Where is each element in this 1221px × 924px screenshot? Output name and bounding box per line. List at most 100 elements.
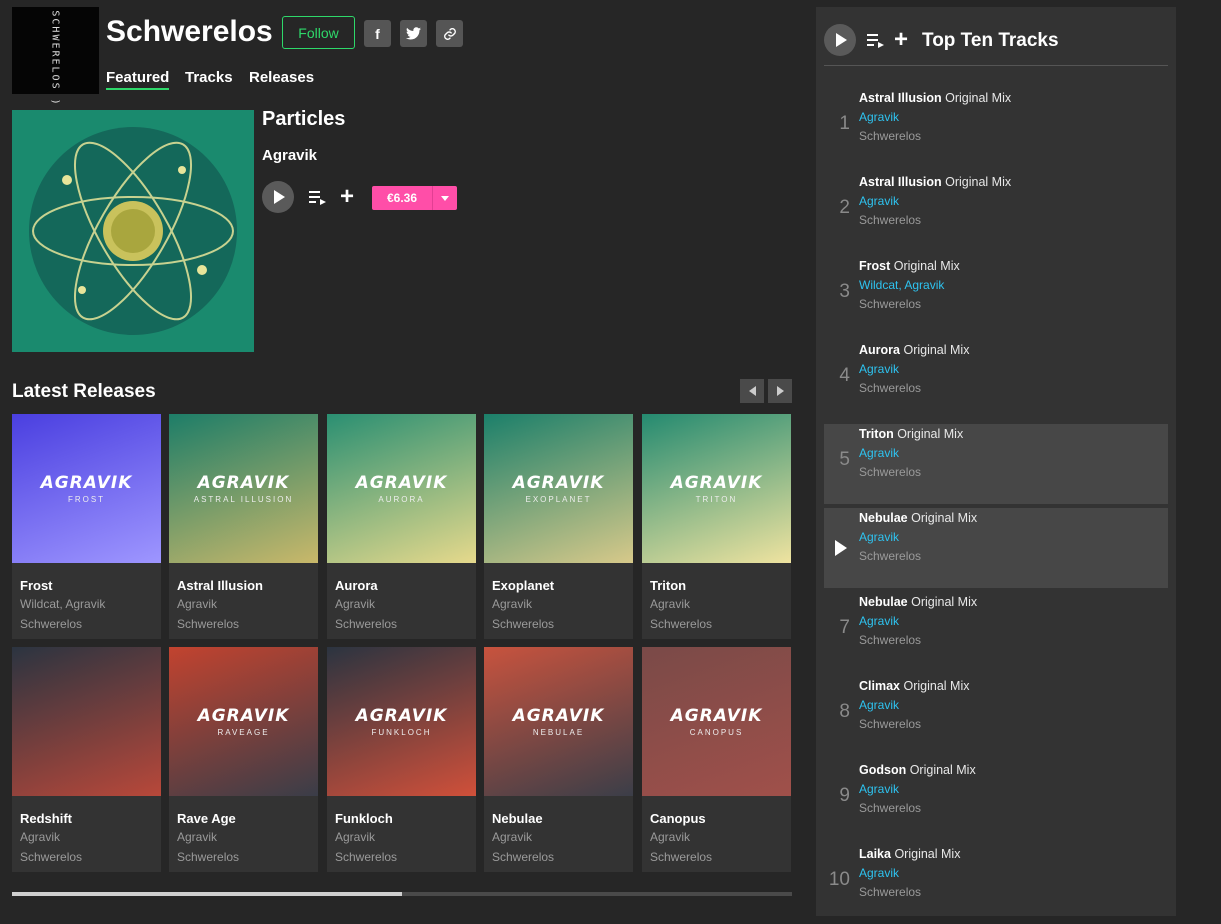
- carousel-next-button[interactable]: [768, 379, 792, 403]
- add-to-playlist-icon[interactable]: +: [894, 28, 908, 52]
- track-artist[interactable]: Agravik: [859, 866, 899, 880]
- release-cover-art[interactable]: AGRAVIK NEBULAE: [484, 647, 633, 796]
- release-card[interactable]: Redshift Agravik Schwerelos: [12, 647, 161, 872]
- release-label[interactable]: Schwerelos: [177, 617, 239, 631]
- track-row[interactable]: 1 Astral Illusion Original Mix Agravik Schw…: [824, 88, 1168, 168]
- track-title[interactable]: Nebulae Original Mix: [859, 511, 977, 525]
- track-artist[interactable]: Agravik: [859, 110, 899, 124]
- release-card[interactable]: AGRAVIK NEBULAE Nebulae Agravik Schwerelos: [484, 647, 633, 872]
- release-title[interactable]: Aurora: [335, 578, 378, 593]
- release-label[interactable]: Schwerelos: [492, 850, 554, 864]
- release-card[interactable]: AGRAVIK TRITON Triton Agravik Schwerelos: [642, 414, 791, 639]
- release-cover-art[interactable]: AGRAVIK AURORA: [327, 414, 476, 563]
- track-title[interactable]: Frost Original Mix: [859, 259, 960, 273]
- release-title[interactable]: Astral Illusion: [177, 578, 263, 593]
- track-title[interactable]: Triton Original Mix: [859, 427, 963, 441]
- track-title[interactable]: Godson Original Mix: [859, 763, 976, 777]
- track-artist[interactable]: Wildcat, Agravik: [859, 278, 944, 292]
- carousel-scroll-thumb[interactable]: [12, 892, 402, 896]
- track-row[interactable]: 8 Climax Original Mix Agravik Schwerelos: [824, 676, 1168, 756]
- track-row[interactable]: 5 Triton Original Mix Agravik Schwerelos: [824, 424, 1168, 504]
- track-row[interactable]: 4 Aurora Original Mix Agravik Schwerelos: [824, 340, 1168, 420]
- featured-artist[interactable]: Agravik: [262, 147, 317, 164]
- track-title[interactable]: Nebulae Original Mix: [859, 595, 977, 609]
- track-artist[interactable]: Agravik: [859, 194, 899, 208]
- track-label[interactable]: Schwerelos: [859, 465, 921, 479]
- buy-price-button[interactable]: €6.36: [372, 186, 432, 210]
- track-artist[interactable]: Agravik: [859, 782, 899, 796]
- track-label[interactable]: Schwerelos: [859, 885, 921, 899]
- twitter-icon[interactable]: [400, 20, 427, 47]
- featured-cover-art[interactable]: [12, 110, 254, 352]
- track-title[interactable]: Climax Original Mix: [859, 679, 969, 693]
- track-row[interactable]: 10 Laika Original Mix Agravik Schwerelos: [824, 844, 1168, 924]
- release-label[interactable]: Schwerelos: [650, 850, 712, 864]
- track-label[interactable]: Schwerelos: [859, 213, 921, 227]
- link-icon[interactable]: [436, 20, 463, 47]
- track-title[interactable]: Astral Illusion Original Mix: [859, 91, 1011, 105]
- release-artist[interactable]: Agravik: [650, 597, 690, 611]
- track-row[interactable]: 2 Astral Illusion Original Mix Agravik Schw…: [824, 172, 1168, 252]
- track-artist[interactable]: Agravik: [859, 614, 899, 628]
- carousel-scrollbar[interactable]: [12, 892, 792, 896]
- release-label[interactable]: Schwerelos: [335, 850, 397, 864]
- release-artist[interactable]: Agravik: [492, 597, 532, 611]
- carousel-prev-button[interactable]: [740, 379, 764, 403]
- release-label[interactable]: Schwerelos: [335, 617, 397, 631]
- release-artist[interactable]: Agravik: [20, 830, 60, 844]
- track-row[interactable]: 7 Nebulae Original Mix Agravik Schwerelos: [824, 592, 1168, 672]
- track-row[interactable]: 9 Godson Original Mix Agravik Schwerelos: [824, 760, 1168, 840]
- featured-play-button[interactable]: [262, 181, 294, 213]
- release-cover-art[interactable]: [12, 647, 161, 796]
- release-title[interactable]: Canopus: [650, 811, 706, 826]
- release-card[interactable]: AGRAVIK FUNKLOCH Funkloch Agravik Schwerelos: [327, 647, 476, 872]
- track-label[interactable]: Schwerelos: [859, 297, 921, 311]
- release-label[interactable]: Schwerelos: [20, 850, 82, 864]
- release-title[interactable]: Nebulae: [492, 811, 543, 826]
- track-row[interactable]: 3 Frost Original Mix Wildcat, Agravik Schwe…: [824, 256, 1168, 336]
- track-label[interactable]: Schwerelos: [859, 633, 921, 647]
- add-to-queue-icon[interactable]: [867, 33, 885, 49]
- release-artist[interactable]: Agravik: [335, 597, 375, 611]
- facebook-icon[interactable]: f: [364, 20, 391, 47]
- release-title[interactable]: Rave Age: [177, 811, 236, 826]
- release-cover-art[interactable]: AGRAVIK RAVEAGE: [169, 647, 318, 796]
- track-artist[interactable]: Agravik: [859, 446, 899, 460]
- release-label[interactable]: Schwerelos: [492, 617, 554, 631]
- release-title[interactable]: Frost: [20, 578, 53, 593]
- release-card[interactable]: AGRAVIK RAVEAGE Rave Age Agravik Schwerelos: [169, 647, 318, 872]
- release-label[interactable]: Schwerelos: [177, 850, 239, 864]
- release-title[interactable]: Exoplanet: [492, 578, 554, 593]
- track-label[interactable]: Schwerelos: [859, 549, 921, 563]
- track-label[interactable]: Schwerelos: [859, 801, 921, 815]
- add-to-queue-icon[interactable]: [309, 190, 327, 206]
- featured-title[interactable]: Particles: [262, 108, 345, 131]
- play-all-button[interactable]: [824, 24, 856, 56]
- release-artist[interactable]: Wildcat, Agravik: [20, 597, 105, 611]
- release-label[interactable]: Schwerelos: [650, 617, 712, 631]
- track-artist[interactable]: Agravik: [859, 362, 899, 376]
- release-cover-art[interactable]: AGRAVIK TRITON: [642, 414, 791, 563]
- track-title[interactable]: Laika Original Mix: [859, 847, 960, 861]
- price-dropdown-button[interactable]: [432, 186, 457, 210]
- release-cover-art[interactable]: AGRAVIK CANOPUS: [642, 647, 791, 796]
- release-cover-art[interactable]: AGRAVIK ASTRAL ILLUSION: [169, 414, 318, 563]
- release-card[interactable]: AGRAVIK AURORA Aurora Agravik Schwerelos: [327, 414, 476, 639]
- release-cover-art[interactable]: AGRAVIK FUNKLOCH: [327, 647, 476, 796]
- track-label[interactable]: Schwerelos: [859, 717, 921, 731]
- release-artist[interactable]: Agravik: [177, 830, 217, 844]
- release-title[interactable]: Triton: [650, 578, 686, 593]
- track-artist[interactable]: Agravik: [859, 530, 899, 544]
- track-artist[interactable]: Agravik: [859, 698, 899, 712]
- tab-featured[interactable]: Featured: [106, 69, 170, 90]
- release-cover-art[interactable]: AGRAVIK FROST: [12, 414, 161, 563]
- release-artist[interactable]: Agravik: [492, 830, 532, 844]
- play-icon[interactable]: [835, 540, 847, 556]
- follow-button[interactable]: Follow: [282, 16, 355, 49]
- release-cover-art[interactable]: AGRAVIK EXOPLANET: [484, 414, 633, 563]
- release-title[interactable]: Funkloch: [335, 811, 393, 826]
- track-label[interactable]: Schwerelos: [859, 381, 921, 395]
- release-label[interactable]: Schwerelos: [20, 617, 82, 631]
- release-card[interactable]: AGRAVIK ASTRAL ILLUSION Astral Illusion Agr…: [169, 414, 318, 639]
- release-card[interactable]: AGRAVIK CANOPUS Canopus Agravik Schwerelos: [642, 647, 791, 872]
